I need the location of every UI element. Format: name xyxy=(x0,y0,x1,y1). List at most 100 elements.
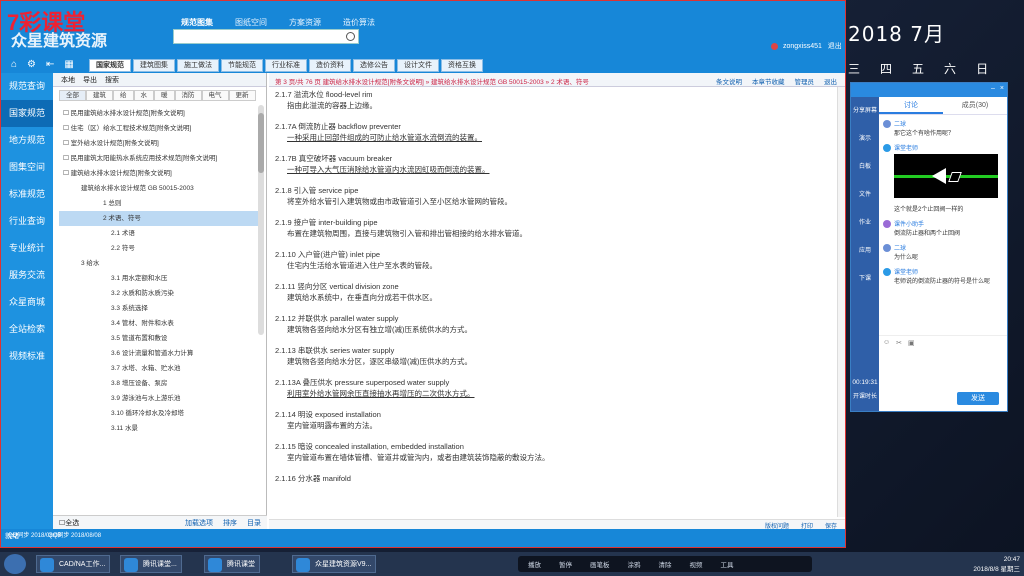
tree-item[interactable]: 3.9 游泳池与水上游乐池 xyxy=(59,391,260,406)
tree-item[interactable]: 3.11 水景 xyxy=(59,421,260,436)
tree-item[interactable]: 3.6 设计流量和管道水力计算 xyxy=(59,346,260,361)
filter-tab[interactable]: 电气 xyxy=(201,90,229,101)
taskbar-app[interactable]: CAD/NA工作... xyxy=(36,555,111,573)
tab-item[interactable]: 施工做法 xyxy=(177,59,219,72)
search-input[interactable] xyxy=(173,29,359,44)
home-icon[interactable]: ⌂ xyxy=(11,59,17,70)
player-button[interactable]: 播放 xyxy=(528,559,541,569)
share-screen-icon[interactable]: 分享屏幕 xyxy=(851,97,879,125)
desktop-shortcut[interactable]: QQ同步 2018/08/08 xyxy=(48,530,101,539)
tree-item[interactable]: 建筑给水排水设计规范 GB 50015-2003 xyxy=(59,181,260,196)
filter-tab[interactable]: 更新 xyxy=(228,90,256,101)
sidebar-item[interactable]: 图集空间 xyxy=(1,154,53,181)
filter-tab[interactable]: 给 xyxy=(113,90,134,101)
tree-toolbar-item[interactable]: 导出 xyxy=(83,75,97,84)
tree-item[interactable]: 3.8 增压设备、泵房 xyxy=(59,376,260,391)
tree-item[interactable]: 3.5 管道布置和敷设 xyxy=(59,331,260,346)
header-link[interactable]: 管理员 xyxy=(795,76,815,86)
tree-item[interactable]: 2.2 符号 xyxy=(59,241,260,256)
tree-item[interactable]: ☐ 民用建筑给水排水设计规范[附条文说明] xyxy=(59,106,260,121)
taskbar-app[interactable]: 腾讯课堂... xyxy=(120,555,182,573)
select-all-checkbox[interactable]: ☐全选 xyxy=(59,518,79,528)
tab-item[interactable]: 设计文件 xyxy=(397,59,439,72)
sidebar-item[interactable]: 国家规范 xyxy=(1,100,53,127)
nav-link[interactable]: 规范图集 xyxy=(181,17,213,28)
close-icon[interactable]: × xyxy=(1000,85,1004,92)
tree-item[interactable]: 2.1 术语 xyxy=(59,226,260,241)
tab-item[interactable]: 建筑图集 xyxy=(133,59,175,72)
logout-link[interactable]: 退出 xyxy=(828,43,842,50)
taskbar-app[interactable]: 腾讯课堂 xyxy=(204,555,260,573)
sidebar-item[interactable]: 地方规范 xyxy=(1,127,53,154)
homework-icon[interactable]: 作业 xyxy=(851,209,879,237)
tree-item[interactable]: 3.10 循环冷却水及冷却塔 xyxy=(59,406,260,421)
filter-tab[interactable]: 水 xyxy=(133,90,154,101)
player-button[interactable]: 视频 xyxy=(690,559,703,569)
sidebar-item[interactable]: 全站检索 xyxy=(1,316,53,343)
start-button[interactable] xyxy=(4,554,26,574)
tree-item[interactable]: ☐ 建筑给水排水设计规范[附条文说明] xyxy=(59,166,260,181)
emoji-icon[interactable]: ☺ xyxy=(883,339,890,346)
player-button[interactable]: 清除 xyxy=(659,559,672,569)
header-link[interactable]: 条文说明 xyxy=(716,76,742,86)
sidebar-item[interactable]: 专业统计 xyxy=(1,235,53,262)
player-button[interactable]: 涂鸦 xyxy=(628,559,641,569)
nav-link[interactable]: 造价算法 xyxy=(343,17,375,28)
filter-tab[interactable]: 消防 xyxy=(174,90,202,101)
tab-item[interactable]: 国家规范 xyxy=(89,59,131,72)
image-icon[interactable]: ▣ xyxy=(908,339,915,347)
sidebar-item[interactable]: 众星商城 xyxy=(1,289,53,316)
header-link[interactable]: 本章节收藏 xyxy=(752,76,785,86)
filter-tab[interactable]: 暖 xyxy=(154,90,175,101)
scrollbar-thumb[interactable] xyxy=(258,113,264,173)
grid-icon[interactable]: ▦ xyxy=(64,59,73,70)
tree-item[interactable]: ☐ 民用建筑太阳能热水系统应用技术规范[附条文说明] xyxy=(59,151,260,166)
tree-toolbar-item[interactable]: 本地 xyxy=(61,75,75,84)
tree-toolbar-item[interactable]: 搜索 xyxy=(105,75,119,84)
nav-link[interactable]: 方案资源 xyxy=(289,17,321,28)
search-icon[interactable] xyxy=(346,32,355,41)
footer-link[interactable]: 目录 xyxy=(247,518,261,528)
tree-item[interactable]: ☐ 室外给水设计规范[附条文说明] xyxy=(59,136,260,151)
scissors-icon[interactable]: ✂ xyxy=(896,339,902,347)
tray-time[interactable]: 20:47 xyxy=(973,556,1020,563)
sidebar-item[interactable]: 服务交流 xyxy=(1,262,53,289)
chat-input[interactable] xyxy=(879,349,1007,389)
sidebar-item[interactable]: 行业查询 xyxy=(1,208,53,235)
tab-item[interactable]: 节能规范 xyxy=(221,59,263,72)
filter-tab[interactable]: 建筑 xyxy=(86,90,113,101)
gear-icon[interactable]: ⚙ xyxy=(27,59,36,70)
tree-item[interactable]: 3.7 水塔、水箱、贮水池 xyxy=(59,361,260,376)
send-button[interactable]: 发送 xyxy=(957,392,999,405)
tab-item[interactable]: 选修公告 xyxy=(353,59,395,72)
end-class-icon[interactable]: 下课 xyxy=(851,265,879,293)
sidebar-item[interactable]: 标准规范 xyxy=(1,181,53,208)
tree-item[interactable]: ☐ 住宅（区）给水工程技术规范[附条文说明] xyxy=(59,121,260,136)
sidebar-item[interactable]: 视频标准 xyxy=(1,343,53,370)
filter-tab[interactable]: 全部 xyxy=(59,90,86,101)
tab-item[interactable]: 行业标准 xyxy=(265,59,307,72)
tray-date[interactable]: 2018/8/8 星期三 xyxy=(973,563,1020,573)
taskbar-app[interactable]: 众星建筑资源V9... xyxy=(292,555,377,573)
username[interactable]: zongxiss451 xyxy=(783,43,822,50)
backflow-symbol-image[interactable] xyxy=(894,154,998,198)
tree-item[interactable]: 1 总则 xyxy=(59,196,260,211)
apps-icon[interactable]: 应用 xyxy=(851,237,879,265)
present-icon[interactable]: 演示 xyxy=(851,125,879,153)
tab-item[interactable]: 资格互换 xyxy=(441,59,483,72)
tab-discussion[interactable]: 讨论 xyxy=(879,97,943,114)
tree-item[interactable]: 3.3 系统选择 xyxy=(59,301,260,316)
footer-link[interactable]: 加载选项 xyxy=(185,518,213,528)
arrow-icon[interactable]: ⇤ xyxy=(46,59,54,70)
sidebar-item[interactable]: 规范查询 xyxy=(1,73,53,100)
whiteboard-icon[interactable]: 白板 xyxy=(851,153,879,181)
player-button[interactable]: 画笔板 xyxy=(590,559,610,569)
player-button[interactable]: 工具 xyxy=(721,559,734,569)
tab-item[interactable]: 造价资料 xyxy=(309,59,351,72)
nav-link[interactable]: 图纸空间 xyxy=(235,17,267,28)
header-link[interactable]: 退出 xyxy=(824,76,837,86)
file-icon[interactable]: 文件 xyxy=(851,181,879,209)
tree-item[interactable]: 3.1 用水定额和水压 xyxy=(59,271,260,286)
scrollbar-track[interactable] xyxy=(837,87,845,517)
tree-item[interactable]: 3.4 管材、附件和水表 xyxy=(59,316,260,331)
